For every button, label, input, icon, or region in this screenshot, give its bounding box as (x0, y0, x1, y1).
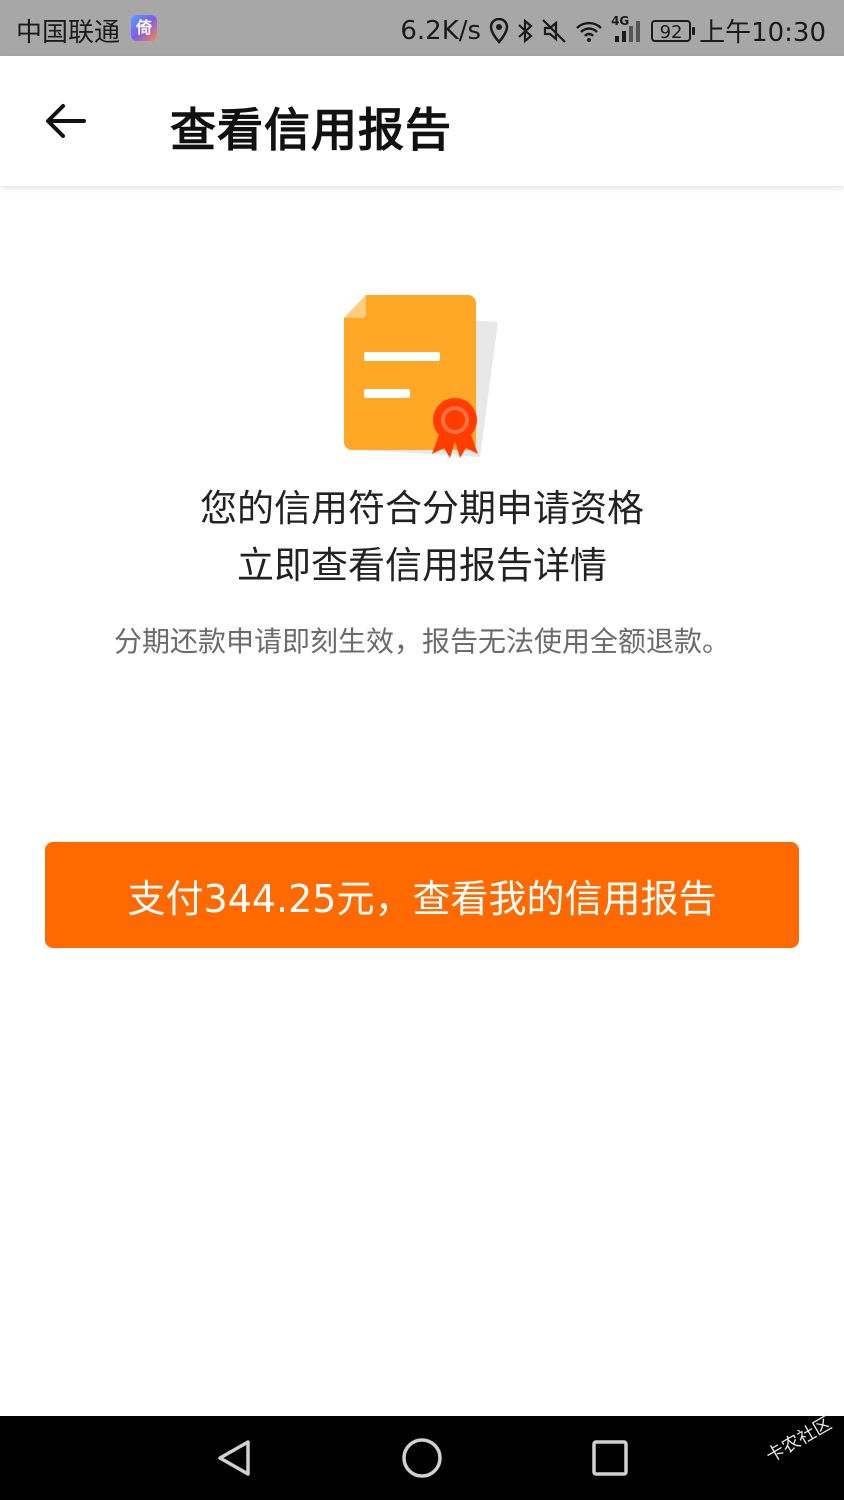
arrow-left-icon (44, 103, 86, 143)
status-bar: 中国联通 倚 6.2K/s 4G 92 上午10:30 (0, 0, 844, 56)
clock: 上午10:30 (699, 18, 826, 48)
app-notification-icon: 倚 (131, 15, 157, 41)
page-title: 查看信用报告 (170, 103, 452, 157)
network-speed: 6.2K/s (400, 15, 482, 46)
certificate-document-icon (340, 292, 510, 467)
view-report-headline: 立即查看信用报告详情 (237, 544, 607, 587)
system-nav-bar (0, 1416, 844, 1500)
mute-icon (541, 18, 567, 44)
carrier-label: 中国联通 (16, 18, 121, 48)
battery-indicator: 92 (651, 19, 696, 43)
back-button[interactable] (40, 98, 90, 148)
signal-4g-icon: 4G (611, 14, 643, 44)
circle-home-icon[interactable] (400, 1436, 444, 1480)
wifi-icon (575, 19, 603, 43)
triangle-back-icon[interactable] (212, 1436, 256, 1480)
pay-view-report-button[interactable]: 支付344.25元，查看我的信用报告 (45, 842, 799, 948)
refund-notice: 分期还款申请即刻生效，报告无法使用全额退款。 (113, 625, 730, 658)
network-type-label: 4G (611, 13, 630, 28)
status-icons: 6.2K/s 4G 92 上午10:30 (400, 12, 826, 49)
bluetooth-icon (517, 18, 533, 44)
app-header: 查看信用报告 (0, 56, 844, 186)
eligibility-headline: 您的信用符合分期申请资格 (200, 487, 644, 530)
location-icon (489, 17, 509, 44)
square-recent-icon[interactable] (588, 1436, 632, 1480)
